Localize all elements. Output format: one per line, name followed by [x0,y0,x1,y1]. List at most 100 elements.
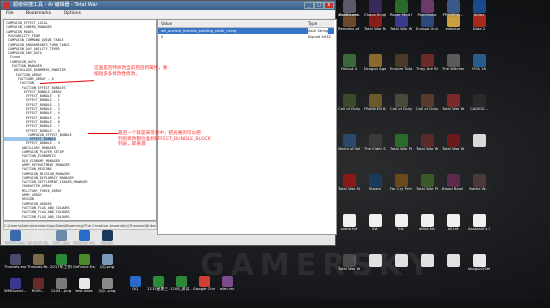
app-icon [472,214,486,227]
desktop-icon-label: QQ [132,287,138,291]
app-icon [394,174,408,187]
desktop-icon[interactable]: The Witcher 3 Wild Hunt [442,54,464,72]
app-icon [446,54,460,67]
app-icon [420,0,434,13]
desktop-icon-label: Battle W... [469,187,489,191]
desktop-icon[interactable]: CADIGS... [468,94,490,112]
desktop-icon[interactable]: 1204...png [50,278,72,294]
desktop-icon[interactable]: Total War Philippine... [416,174,438,192]
app-icon [101,230,113,241]
desktop-icon-label: all.txt [447,227,459,231]
desktop-icon[interactable]: shogun2Set [468,254,490,272]
desktop-icon[interactable]: They Are Billions [416,54,438,72]
desktop-icon[interactable]: Call of Duty WWII [416,94,438,112]
app-icon [342,94,356,107]
desktop-icon[interactable]: Razer Mod Manager [390,0,412,18]
desktop-icon[interactable]: 2017年工作日...xls [50,254,72,270]
app-icon [472,54,486,67]
desktop-icon-label: Total War WARHAM... [442,147,464,151]
desktop-icon-label: 1208_测试...xls [170,287,192,291]
desktop-icon[interactable]: Call of Duty WWII [390,94,412,112]
desktop-icon[interactable]: all.1215.Ta... [27,230,49,246]
desktop-icon-label: Thrones.Br...jpg [27,265,49,269]
desktop-icon-label: PaintNeko [417,13,437,17]
desktop-icon[interactable]: Thrones.exe [4,254,26,270]
app-icon [394,94,408,107]
desktop-icon[interactable]: Far Cry Primal [390,174,412,192]
desktop-icon[interactable]: QQ [124,276,146,292]
desktop-icon[interactable] [442,254,464,267]
app-icon [472,134,486,147]
app-icon [78,230,90,241]
desktop-icon[interactable]: QQ...png [96,278,118,294]
desktop-icon-label: GeForce Experience [73,265,95,269]
desktop-icon[interactable]: QQ.png [96,254,118,270]
app-icon [152,276,164,287]
desktop-icon-label: RollBit.exe [339,13,359,17]
desktop-icon-label: Far Cry Primal [390,187,412,191]
desktop-icon[interactable]: FRANKEN BATTLEGR... [364,94,386,112]
app-icon [368,174,382,187]
desktop-icon[interactable]: list [364,214,386,232]
desktop-icon-label: CADIGS... [469,107,489,111]
desktop-icon[interactable]: WMGuard... [4,278,26,294]
desktop-icon[interactable]: Call of Duty BATTLEG... [338,94,360,112]
desktop-icon-label: Total War WARHAMM... [416,147,438,151]
app-icon [472,94,486,107]
desktop-icon[interactable]: The Elder Scrolls V [364,134,386,152]
desktop-icon-label: Total War SHOGUN 2 [338,187,360,191]
desktop-icon[interactable]: 1208_测试...xls [170,276,192,292]
desktop-icon[interactable]: Fallout 4 [338,54,360,72]
desktop-icon[interactable]: World of Warships [338,134,360,152]
desktop-icon-label: Total War Rome II... [364,27,386,31]
desktop-icon[interactable]: 1215星期三...xlsx [147,276,169,292]
app-icon [342,0,356,13]
desktop-icon[interactable]: Uplay [468,0,490,18]
desktop-icon[interactable]: atlist.txt [416,214,438,232]
app-icon [394,134,408,147]
app-icon [420,94,434,107]
desktop-icon[interactable]: Steam [364,174,386,192]
app-icon [394,214,408,227]
desktop-icon[interactable]: Dragon Age Inquisition [364,54,386,72]
desktop-icon[interactable]: test.data [73,278,95,294]
watermark: GAMERSKY [200,248,436,283]
desktop-icon[interactable]: ROM... [27,278,49,294]
app-icon [472,254,486,267]
desktop-icon[interactable]: Thrones.Br...jpg [27,254,49,270]
desktop-icon[interactable]: WPCfx.exe [4,230,26,246]
desktop-icon[interactable]: list [390,214,412,232]
desktop-icon[interactable]: Chaos Knights [364,0,386,18]
desktop-icon[interactable]: Internet Explorer [73,230,95,246]
app-icon [101,278,113,289]
desktop-icon[interactable]: 220...jpg [50,230,72,246]
desktop-icon[interactable]: GeForce Experience [73,254,95,270]
desktop-icon-label: wim.rar [219,287,235,291]
desktop-icon[interactable]: Steam [96,230,118,246]
desktop-icon[interactable]: Total War WARHAMM... [416,134,438,152]
app-icon [32,254,44,265]
desktop-icon-label: FRANKEN BATTLEGR... [364,107,386,111]
desktop-icon[interactable]: Total War SHOGUN 2 [338,174,360,192]
desktop-icon[interactable]: some.txt [338,214,360,232]
app-icon [55,254,67,265]
desktop-icon[interactable]: PaintNeko [416,0,438,18]
app-icon [420,214,434,227]
desktop-icon-label: some.txt [340,227,358,231]
desktop-icon[interactable]: all.txt [442,214,464,232]
desktop-icon[interactable]: Blood Bowl 2... [442,174,464,192]
desktop-icon[interactable]: PPSSPPW... [442,0,464,18]
desktop-icon[interactable] [468,134,490,147]
desktop-icon[interactable]: Total War WARHAM... [442,134,464,152]
desktop-icon[interactable]: Assassin's Creed O... [468,214,490,232]
app-icon [446,134,460,147]
desktop-icon-label: Total War Warhammer [390,27,412,31]
desktop-icon[interactable]: RollBit.exe [338,0,360,18]
desktop-icon[interactable]: FIFA 18 [468,54,490,72]
desktop-icon[interactable]: Empire Total War [390,54,412,72]
desktop-icon[interactable]: Battle W... [468,174,490,192]
desktop-icon-label: Total War WARHAMM... [442,107,464,111]
desktop-icon[interactable]: Total War Philippine... [390,134,412,152]
desktop-icon-label: The Elder Scrolls V [364,147,386,151]
desktop-icon[interactable]: Total War WARHAMM... [442,94,464,112]
